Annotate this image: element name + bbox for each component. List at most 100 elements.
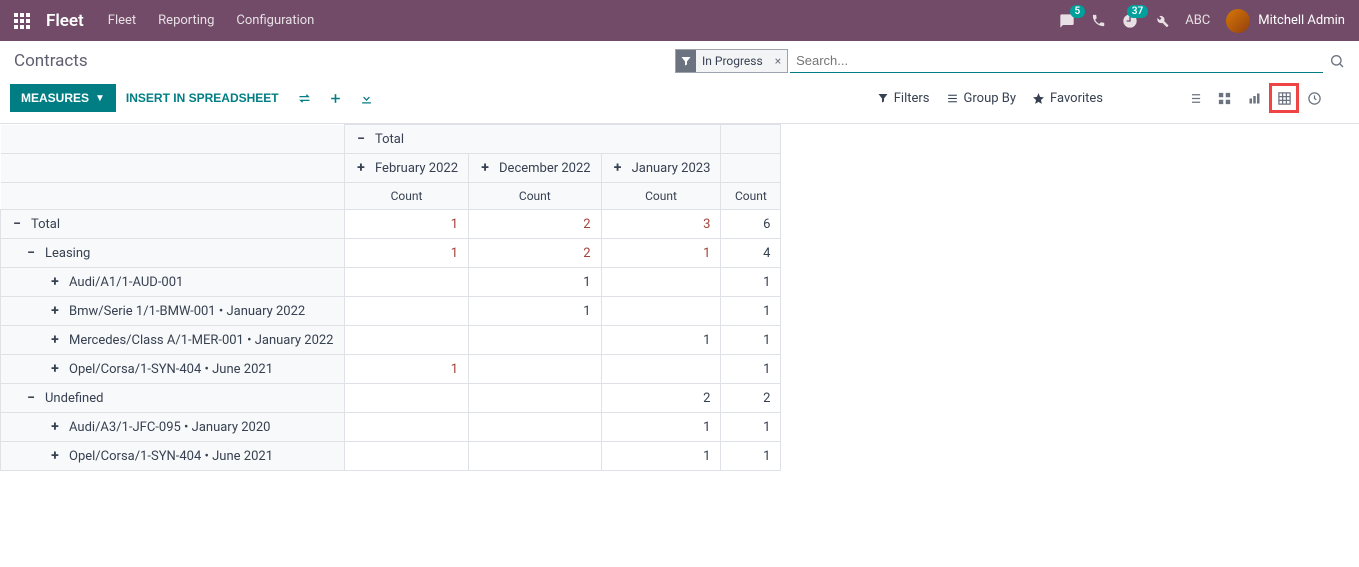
- pivot-cell: [345, 384, 469, 413]
- navbar-right: 5 37 ABC Mitchell Admin: [1059, 9, 1345, 33]
- phone-button[interactable]: [1091, 13, 1106, 28]
- pivot-cell[interactable]: 6: [721, 210, 781, 239]
- pivot-cell[interactable]: 3: [601, 210, 721, 239]
- app-brand[interactable]: Fleet: [46, 11, 84, 31]
- row-label: Opel/Corsa/1-SYN-404 • June 2021: [69, 362, 273, 377]
- kanban-view-button[interactable]: [1209, 83, 1239, 113]
- filter-chip-label: In Progress: [696, 54, 769, 68]
- graph-view-button[interactable]: [1239, 83, 1269, 113]
- pivot-cell[interactable]: 2: [469, 210, 602, 239]
- pivot-cell[interactable]: 1: [601, 326, 721, 355]
- pivot-view-button[interactable]: [1269, 83, 1299, 113]
- pivot-cell[interactable]: 2: [721, 384, 781, 413]
- flip-axis-button[interactable]: [297, 91, 312, 106]
- row-header[interactable]: +Bmw/Serie 1/1-BMW-001 • January 2022: [1, 297, 345, 326]
- swap-icon: [297, 91, 312, 106]
- main-navbar: Fleet Fleet Reporting Configuration 5 37…: [0, 0, 1359, 41]
- insert-spreadsheet-button[interactable]: INSERT IN SPREADSHEET: [116, 85, 289, 111]
- measures-button[interactable]: MEASURES ▼: [10, 84, 116, 112]
- pivot-cell[interactable]: 1: [721, 268, 781, 297]
- favorites-dropdown[interactable]: Favorites: [1032, 91, 1103, 106]
- pivot-cell: [601, 268, 721, 297]
- pivot-cell[interactable]: 1: [601, 413, 721, 442]
- pivot-cell[interactable]: 1: [721, 355, 781, 384]
- pivot-cell[interactable]: 1: [469, 297, 602, 326]
- pivot-cell[interactable]: 1: [721, 442, 781, 471]
- col-total-header[interactable]: −Total: [345, 125, 721, 154]
- row-header[interactable]: −Leasing: [1, 239, 345, 268]
- pivot-cell[interactable]: 4: [721, 239, 781, 268]
- messaging-button[interactable]: 5: [1059, 13, 1075, 29]
- row-header[interactable]: +Opel/Corsa/1-SYN-404 • June 2021: [1, 442, 345, 471]
- funnel-icon: [877, 92, 889, 104]
- plus-icon: +: [612, 160, 624, 176]
- row-label: Audi/A1/1-AUD-001: [69, 275, 183, 290]
- pivot-cell[interactable]: 1: [601, 239, 721, 268]
- pivot-cell: [345, 326, 469, 355]
- pivot-cell[interactable]: 1: [721, 297, 781, 326]
- groupby-label: Group By: [964, 91, 1017, 106]
- navbar-left: Fleet Fleet Reporting Configuration: [14, 11, 314, 31]
- plus-icon: +: [49, 303, 61, 319]
- filter-chip-remove[interactable]: ×: [769, 54, 787, 68]
- download-icon: [359, 91, 374, 106]
- activity-view-button[interactable]: [1299, 83, 1329, 113]
- funnel-icon: [676, 50, 696, 72]
- pivot-cell[interactable]: 1: [345, 355, 469, 384]
- debug-button[interactable]: [1154, 13, 1169, 28]
- row-header[interactable]: +Audi/A1/1-AUD-001: [1, 268, 345, 297]
- pivot-cell[interactable]: 1: [721, 413, 781, 442]
- filters-dropdown[interactable]: Filters: [877, 91, 930, 106]
- pivot-cell[interactable]: 1: [345, 239, 469, 268]
- activity-view-icon: [1307, 91, 1322, 106]
- filters-label: Filters: [894, 91, 930, 106]
- filter-chip[interactable]: In Progress ×: [675, 49, 788, 73]
- pivot-cell: [469, 326, 602, 355]
- pivot-wrap: −Total +February 2022 +December 2022 +Ja…: [0, 123, 1359, 471]
- view-switcher: [1179, 83, 1329, 113]
- plus-icon: +: [479, 160, 491, 176]
- apps-launcher-icon[interactable]: [14, 13, 30, 29]
- pivot-cell: [601, 355, 721, 384]
- pivot-cell[interactable]: 1: [469, 268, 602, 297]
- minus-icon: −: [11, 216, 23, 232]
- nav-menu-configuration[interactable]: Configuration: [236, 13, 314, 28]
- graph-view-icon: [1247, 91, 1262, 106]
- pivot-cell[interactable]: 1: [601, 442, 721, 471]
- pivot-cell[interactable]: 1: [345, 210, 469, 239]
- col-header-1[interactable]: +December 2022: [469, 154, 602, 183]
- pivot-cell: [469, 413, 602, 442]
- search-input[interactable]: [790, 49, 1323, 73]
- download-button[interactable]: [359, 91, 374, 106]
- expand-all-button[interactable]: [328, 91, 343, 106]
- col-header-2[interactable]: +January 2023: [601, 154, 721, 183]
- col-grand-total: [721, 125, 781, 154]
- row-header[interactable]: +Audi/A3/1-JFC-095 • January 2020: [1, 413, 345, 442]
- page-title: Contracts: [14, 51, 88, 71]
- plus-icon: [328, 91, 343, 106]
- nav-menu-fleet[interactable]: Fleet: [108, 13, 136, 28]
- groupby-dropdown[interactable]: Group By: [946, 91, 1017, 106]
- row-label: Mercedes/Class A/1-MER-001 • January 202…: [69, 333, 333, 348]
- pivot-corner: [1, 125, 345, 154]
- activities-button[interactable]: 37: [1122, 13, 1138, 29]
- list-view-button[interactable]: [1179, 83, 1209, 113]
- row-header[interactable]: −Undefined: [1, 384, 345, 413]
- debug-label[interactable]: ABC: [1185, 13, 1210, 28]
- row-header[interactable]: −Total: [1, 210, 345, 239]
- row-label: Audi/A3/1-JFC-095 • January 2020: [69, 420, 270, 435]
- nav-menu-reporting[interactable]: Reporting: [158, 13, 214, 28]
- col-header-0[interactable]: +February 2022: [345, 154, 469, 183]
- user-menu[interactable]: Mitchell Admin: [1226, 9, 1345, 33]
- measure-label: Count: [345, 183, 469, 210]
- favorites-label: Favorites: [1050, 91, 1103, 106]
- pivot-cell[interactable]: 2: [469, 239, 602, 268]
- pivot-cell[interactable]: 2: [601, 384, 721, 413]
- search-button[interactable]: [1329, 53, 1345, 69]
- pivot-cell[interactable]: 1: [721, 326, 781, 355]
- row-header[interactable]: +Mercedes/Class A/1-MER-001 • January 20…: [1, 326, 345, 355]
- minus-icon: −: [355, 131, 367, 147]
- row-header[interactable]: +Opel/Corsa/1-SYN-404 • June 2021: [1, 355, 345, 384]
- nav-menu: Fleet Reporting Configuration: [108, 13, 315, 28]
- minus-icon: −: [25, 245, 37, 261]
